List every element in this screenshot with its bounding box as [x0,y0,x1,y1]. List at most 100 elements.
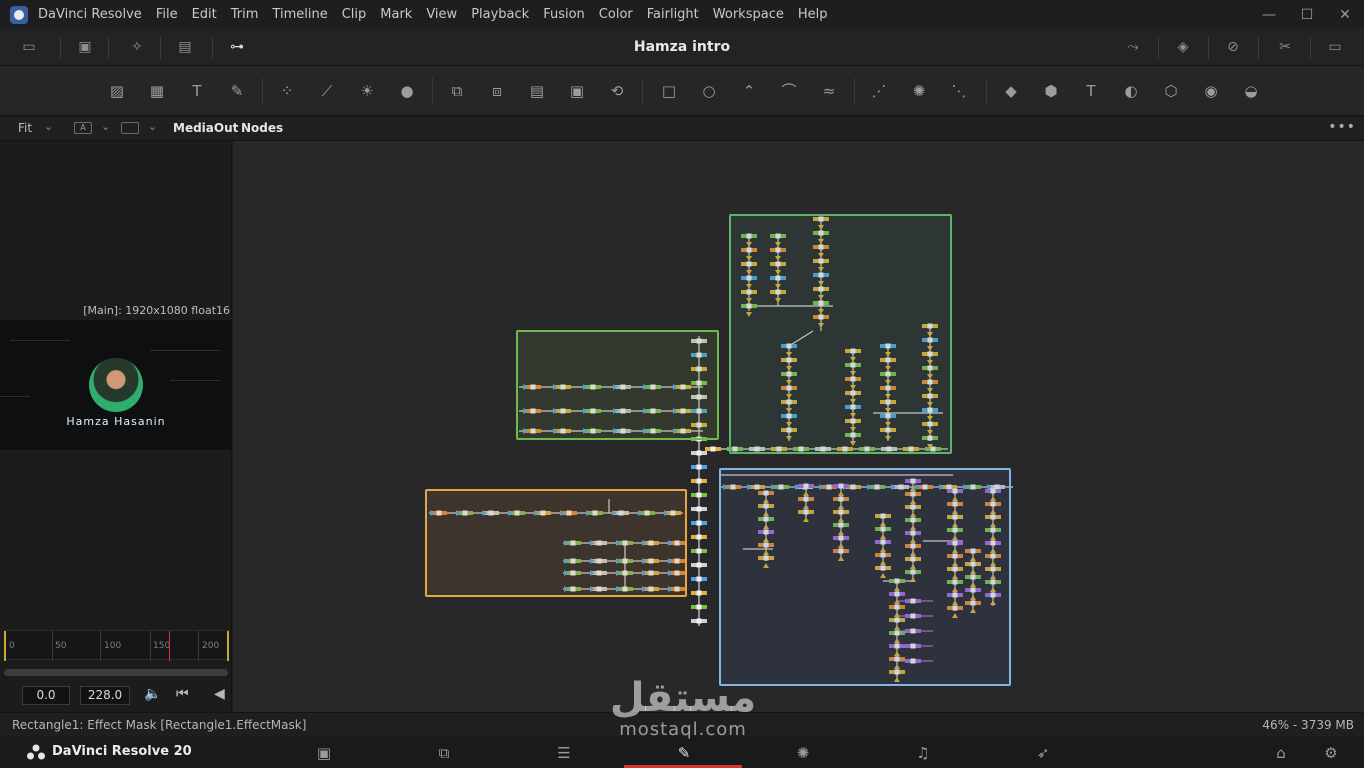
saver-tool-icon[interactable]: ⟲ [606,81,628,101]
menu-playback[interactable]: Playback [471,7,529,22]
brightness-tool-icon[interactable]: ☀ [356,81,378,101]
playhead[interactable] [169,631,170,661]
shape-3d-icon[interactable]: ⬢ [1040,81,1062,101]
loader-tool-icon[interactable]: ▣ [566,81,588,101]
light-3d-icon[interactable]: ◉ [1200,81,1222,101]
node-port[interactable] [696,520,702,526]
menu-trim[interactable]: Trim [231,7,259,22]
group-blue[interactable] [719,468,1011,686]
menu-fusion[interactable]: Fusion [543,7,585,22]
menu-mark[interactable]: Mark [380,7,412,22]
home-icon[interactable]: ⌂ [1270,744,1292,762]
inspector-icon[interactable]: ✂ [1276,39,1294,55]
fastnoise-tool-icon[interactable]: ▦ [146,81,168,101]
menu-help[interactable]: Help [798,7,828,22]
particles-tool-icon[interactable]: ⁘ [276,81,298,101]
polygon-mask-icon[interactable]: ⌃ [738,81,760,101]
timeline-ruler[interactable]: 0 50 100 150 200 [4,630,230,661]
node-port[interactable] [696,590,702,596]
node-port[interactable] [696,548,702,554]
node-port[interactable] [696,506,702,512]
fusion-page-icon[interactable]: ✎ [673,744,695,762]
menu-app-name[interactable]: DaVinci Resolve [38,7,142,22]
timeline-scrollbar[interactable] [4,669,228,676]
group-orange[interactable] [425,489,687,597]
menu-color[interactable]: Color [599,7,633,22]
renderer-3d-icon[interactable]: ◒ [1240,81,1262,101]
in-marker[interactable] [4,631,6,661]
text-3d-icon[interactable]: T [1080,81,1102,101]
particle-force-icon[interactable]: ⋱ [948,81,970,101]
group-green[interactable] [516,330,719,440]
node-port[interactable] [710,446,716,452]
color-correct-tool-icon[interactable]: ● [396,81,418,101]
cut-page-icon[interactable]: ⧉ [433,744,455,762]
out-marker[interactable] [227,631,229,661]
end-time-field[interactable]: 228.0 [80,686,130,705]
color-curves-tool-icon[interactable]: ⟋ [316,81,338,101]
fairlight-page-icon[interactable]: ♫ [912,744,934,762]
node-port[interactable] [696,562,702,568]
viewer-resolution: [Main]: 1920x1080 float16 [83,304,230,317]
settings-gear-icon[interactable]: ⚙ [1320,744,1342,762]
bspline-mask-icon[interactable]: ⌒ [778,81,800,101]
menu-workspace[interactable]: Workspace [713,7,784,22]
channel-booleans-tool-icon[interactable]: ⧈ [486,81,508,101]
merge-3d-icon[interactable]: ◐ [1120,81,1142,101]
merge-tool-icon[interactable]: ⧉ [446,81,468,101]
wand-mask-icon[interactable]: ≈ [818,81,840,101]
menu-fairlight[interactable]: Fairlight [647,7,699,22]
chevron-down-icon[interactable]: ⌄ [148,120,157,133]
edit-page-icon[interactable]: ☰ [553,744,575,762]
node-port[interactable] [696,618,702,624]
node-port[interactable] [696,534,702,540]
keyframes-icon[interactable]: ◈ [1174,39,1192,55]
chevron-down-icon[interactable]: ⌄ [44,120,53,133]
menu-edit[interactable]: Edit [192,7,217,22]
node-editor[interactable] [233,141,1364,712]
close-button[interactable]: ✕ [1326,7,1364,23]
avatar [89,358,143,412]
node-port[interactable] [696,576,702,582]
metadata-icon[interactable]: ⊘ [1224,39,1242,55]
more-options-icon[interactable]: ••• [1328,119,1356,135]
davinci-logo-icon [10,5,28,24]
deliver-page-icon[interactable]: ➶ [1032,744,1054,762]
maximize-button[interactable]: ☐ [1288,7,1326,23]
menu-view[interactable]: View [426,7,457,22]
menu-file[interactable]: File [156,7,178,22]
go-to-start-icon[interactable]: ⏮ [176,686,189,702]
chevron-down-icon[interactable]: ⌄ [101,120,110,133]
monitor-out-icon[interactable]: ▭ [1326,39,1344,55]
color-page-icon[interactable]: ✺ [792,744,814,762]
group-teal[interactable] [729,214,952,454]
text-tool-icon[interactable]: T [186,81,208,101]
play-reverse-icon[interactable]: ◀ [214,686,225,702]
spline-icon[interactable]: ⤳ [1124,39,1142,55]
media-page-icon[interactable]: ▣ [313,744,335,762]
channel-selector[interactable]: A [74,122,92,134]
menu-timeline[interactable]: Timeline [272,7,327,22]
ellipse-mask-icon[interactable]: ○ [698,81,720,101]
ruler-tick [198,631,199,661]
node-port[interactable] [696,464,702,470]
node-port[interactable] [696,492,702,498]
davinci-logo-icon [27,744,45,760]
node-port[interactable] [696,604,702,610]
camera-3d-icon[interactable]: ⬡ [1160,81,1182,101]
matte-control-tool-icon[interactable]: ▤ [526,81,548,101]
menu-clip[interactable]: Clip [342,7,367,22]
rectangle-mask-icon[interactable]: □ [658,81,680,101]
particle-emitter-icon[interactable]: ⋰ [868,81,890,101]
volume-icon[interactable]: 🔈 [144,686,161,702]
minimize-button[interactable]: — [1250,7,1288,23]
image-plane-3d-icon[interactable]: ◆ [1000,81,1022,101]
particle-render-icon[interactable]: ✺ [908,81,930,101]
view-options-icon[interactable] [121,122,139,134]
start-time-field[interactable]: 0.0 [22,686,70,705]
paint-tool-icon[interactable]: ✎ [226,81,248,101]
background-tool-icon[interactable]: ▨ [106,81,128,101]
node-port[interactable] [696,450,702,456]
zoom-fit-dropdown[interactable]: Fit [18,121,32,135]
node-port[interactable] [696,478,702,484]
